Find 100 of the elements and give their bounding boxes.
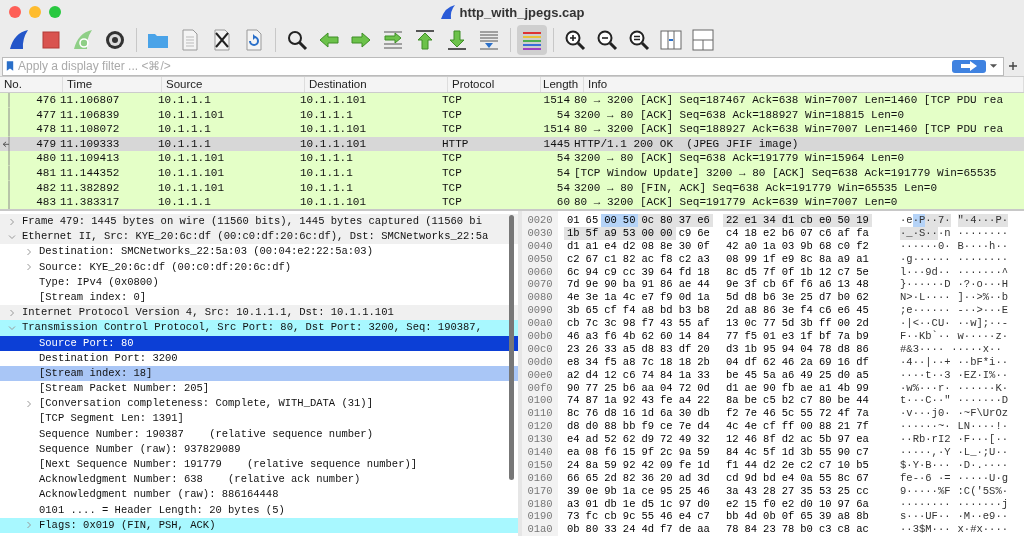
- hex-byte[interactable]: 78: [722, 523, 742, 536]
- hex-byte[interactable]: 0d: [675, 291, 695, 305]
- hex-byte[interactable]: 9e: [722, 278, 742, 292]
- hex-byte[interactable]: 95: [760, 342, 779, 356]
- chevron-down-icon[interactable]: [8, 323, 16, 332]
- tree-item[interactable]: Ethernet II, Src: KYE_20:6c:df (00:c0:df:20:6c:df), Dst: SMCNetworks_22:5a: [0, 229, 518, 245]
- hex-byte[interactable]: d2: [619, 239, 639, 253]
- hex-byte[interactable]: cc: [619, 265, 639, 279]
- hex-byte[interactable]: 1c: [657, 497, 676, 511]
- hex-byte[interactable]: 62: [853, 291, 872, 305]
- hex-byte[interactable]: 08: [722, 252, 742, 266]
- hex-byte[interactable]: 99: [853, 381, 872, 395]
- hex-byte[interactable]: 49: [797, 368, 816, 382]
- hex-byte[interactable]: 01: [582, 497, 602, 511]
- hex-byte[interactable]: 1d: [778, 446, 798, 459]
- hex-byte[interactable]: 8e: [657, 239, 676, 253]
- hex-byte[interactable]: 1a: [675, 368, 695, 382]
- hex-byte[interactable]: c0: [834, 239, 854, 253]
- hex-byte[interactable]: 97: [834, 497, 854, 511]
- chevron-right-icon[interactable]: [25, 263, 33, 272]
- hex-byte[interactable]: af: [694, 317, 713, 330]
- hex-byte[interactable]: 0b: [760, 510, 779, 524]
- hex-byte[interactable]: a1: [815, 381, 835, 395]
- hex-byte[interactable]: ae: [797, 381, 816, 395]
- hex-byte[interactable]: d4: [582, 368, 602, 382]
- hex-byte[interactable]: d5: [741, 265, 761, 279]
- hex-byte[interactable]: a3: [564, 497, 583, 511]
- hex-byte[interactable]: bb: [619, 420, 639, 434]
- hex-byte[interactable]: 15: [741, 497, 761, 511]
- tree-item[interactable]: Flags: 0x019 (FIN, PSH, ACK): [0, 517, 518, 533]
- hex-byte[interactable]: c1: [601, 252, 620, 266]
- hex-byte[interactable]: e6: [834, 304, 854, 318]
- tree-item[interactable]: [Conversation completeness: Complete, WITH_DATA (31)]: [0, 396, 518, 412]
- hex-byte[interactable]: f6: [797, 278, 816, 292]
- hex-byte[interactable]: 25: [834, 484, 854, 498]
- chevron-down-icon[interactable]: [8, 232, 16, 241]
- hex-byte[interactable]: 48: [853, 278, 872, 292]
- hex-byte[interactable]: 30: [675, 407, 695, 421]
- hex-byte[interactable]: 53: [815, 484, 835, 498]
- hex-byte[interactable]: 9b: [601, 484, 620, 498]
- hex-byte[interactable]: 55: [815, 446, 835, 459]
- column-header[interactable]: Time: [63, 77, 162, 92]
- hex-byte[interactable]: 0d: [694, 381, 713, 395]
- hex-byte[interactable]: 49: [675, 433, 695, 447]
- hex-byte[interactable]: 2c: [657, 446, 676, 459]
- hex-byte[interactable]: 1a: [601, 394, 620, 408]
- hex-byte[interactable]: 9e: [582, 278, 602, 292]
- hex-byte[interactable]: ac: [853, 523, 872, 536]
- hex-byte[interactable]: 97: [675, 497, 695, 511]
- chevron-right-icon[interactable]: [8, 308, 16, 317]
- hex-byte[interactable]: 2e: [778, 458, 798, 472]
- tree-item[interactable]: Sequence Number: 190387 (relative sequence number): [0, 426, 518, 442]
- hex-byte[interactable]: 1a: [694, 291, 713, 305]
- hex-byte[interactable]: f5: [601, 355, 620, 369]
- hex-byte[interactable]: 1e: [619, 497, 639, 511]
- hex-byte[interactable]: f2: [853, 239, 872, 253]
- chevron-right-icon[interactable]: [25, 521, 33, 530]
- hex-byte[interactable]: aa: [694, 523, 713, 536]
- hex-byte[interactable]: a6: [778, 368, 798, 382]
- hex-byte[interactable]: 1d: [638, 407, 658, 421]
- hex-byte[interactable]: 92: [619, 394, 639, 408]
- hex-byte[interactable]: be: [741, 394, 761, 408]
- hex-byte[interactable]: 2a: [797, 355, 816, 369]
- hex-byte[interactable]: 5f: [582, 226, 602, 240]
- hex-byte[interactable]: 55: [675, 317, 695, 330]
- hex-byte[interactable]: 8c: [722, 265, 742, 279]
- hex-byte[interactable]: 12: [722, 433, 742, 447]
- hex-byte[interactable]: 4f: [834, 407, 854, 421]
- hex-byte[interactable]: a0: [741, 239, 761, 253]
- hex-byte[interactable]: 55: [638, 510, 658, 524]
- hex-byte[interactable]: d7: [815, 291, 835, 305]
- hex-byte[interactable]: ea: [564, 446, 583, 459]
- hex-byte[interactable]: 4d: [638, 523, 658, 536]
- hex-byte[interactable]: 16: [834, 355, 854, 369]
- hex-byte[interactable]: 37: [675, 214, 695, 227]
- hex-byte[interactable]: f5: [741, 330, 761, 343]
- hex-byte[interactable]: 55: [815, 471, 835, 485]
- hex-byte[interactable]: 94: [778, 342, 798, 356]
- hex-byte[interactable]: b2: [778, 394, 798, 408]
- hex-byte[interactable]: 3d: [694, 471, 713, 485]
- hex-byte[interactable]: 3b: [797, 317, 816, 330]
- hex-byte[interactable]: 92: [619, 458, 639, 472]
- hex-byte[interactable]: 0f: [778, 265, 798, 279]
- hex-byte[interactable]: 95: [657, 484, 676, 498]
- hex-byte[interactable]: ad: [675, 471, 695, 485]
- hex-byte[interactable]: 20: [657, 471, 676, 485]
- hex-byte[interactable]: 6a: [657, 407, 676, 421]
- hex-byte[interactable]: 7e: [741, 407, 761, 421]
- hex-byte[interactable]: 45: [853, 304, 872, 318]
- hex-byte[interactable]: 77: [582, 381, 602, 395]
- hex-byte[interactable]: 64: [657, 265, 676, 279]
- hex-byte[interactable]: db: [694, 407, 713, 421]
- hex-byte[interactable]: d5: [638, 497, 658, 511]
- hex-byte[interactable]: 3f: [741, 278, 761, 292]
- hex-byte[interactable]: b6: [778, 226, 798, 240]
- hex-byte[interactable]: 32: [694, 433, 713, 447]
- hex-byte[interactable]: 28: [760, 484, 779, 498]
- hex-byte[interactable]: c9: [675, 226, 695, 240]
- hex-byte[interactable]: 33: [601, 523, 620, 536]
- hex-byte[interactable]: 5d: [778, 317, 798, 330]
